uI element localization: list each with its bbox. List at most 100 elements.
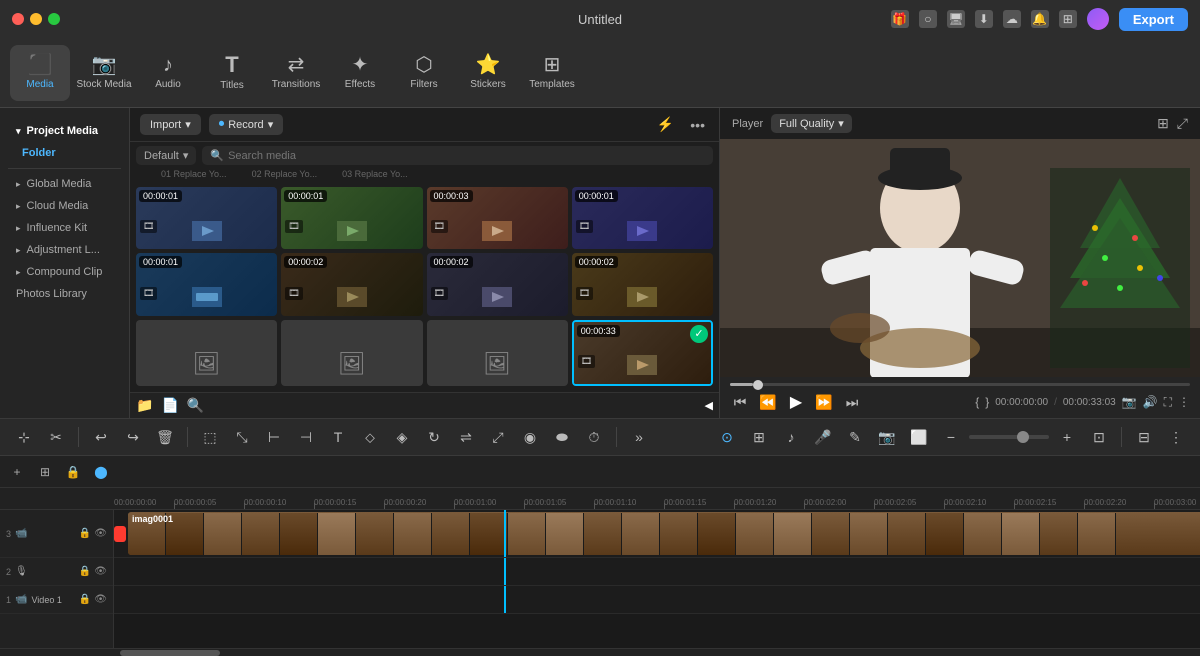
tool-stickers[interactable]: ⭐ Stickers xyxy=(458,45,518,101)
more-options-icon[interactable]: ••• xyxy=(686,117,709,133)
record-button[interactable]: ⏺ Record ▾ xyxy=(209,114,284,135)
sidebar-item-influence-kit[interactable]: ▸ Influence Kit xyxy=(8,217,121,239)
rotate-tool[interactable]: ↻ xyxy=(420,423,448,451)
in-point-icon[interactable]: { xyxy=(975,395,979,409)
track-visible-icon2[interactable]: 👁 xyxy=(94,566,107,577)
step-forward-icon[interactable]: ⏩ xyxy=(814,392,834,412)
tool-templates[interactable]: ⊞ Templates xyxy=(522,45,582,101)
media-thumb-15[interactable]: 00:00:02 🎞 15 Replace Yo... xyxy=(281,253,422,315)
media-thumb-09[interactable]: 00:00:01 🎞 09 Replace Yo... xyxy=(136,253,277,315)
more-icon[interactable]: ⋮ xyxy=(1178,395,1190,409)
add-track-icon[interactable]: + xyxy=(6,461,28,483)
fit-icon[interactable]: ⊡ xyxy=(1085,423,1113,451)
minimize-button[interactable] xyxy=(30,13,42,25)
media-thumb-11[interactable]: 00:00:03 🎞 11 Replace You... xyxy=(427,187,568,249)
grid-snap-icon[interactable]: ⊞ xyxy=(745,423,773,451)
track-visible-icon3[interactable]: 👁 xyxy=(94,594,107,605)
sidebar-folder[interactable]: Folder xyxy=(8,142,121,164)
timeline-green-icon[interactable]: ⬤ xyxy=(90,461,112,483)
sidebar-item-project-media[interactable]: ▾ Project Media xyxy=(8,120,121,142)
media-thumb-03[interactable]: 🖼 03 Replace Yo... xyxy=(427,320,568,386)
blade-tool[interactable]: ✂ xyxy=(42,423,70,451)
user-avatar[interactable] xyxy=(1087,8,1109,30)
tool-effects[interactable]: ✦ Effects xyxy=(330,45,390,101)
edit2-icon[interactable]: ✎ xyxy=(841,423,869,451)
redo-button[interactable]: ↪ xyxy=(119,423,147,451)
trim-button[interactable]: ⊣ xyxy=(292,423,320,451)
skip-back-icon[interactable]: ⏮ xyxy=(730,392,750,412)
media-thumb-16[interactable]: 00:00:01 🎞 16 Replace Yo... xyxy=(281,187,422,249)
skip-forward-icon[interactable]: ⏭ xyxy=(842,392,862,412)
media-thumb-10[interactable]: 00:00:02 🎞 10 Replace Yo... xyxy=(572,253,713,315)
sort-select[interactable]: Default ▾ xyxy=(136,146,196,165)
tool-transitions[interactable]: ⇄ Transitions xyxy=(266,45,326,101)
settings-icon[interactable]: ⋮ xyxy=(1162,423,1190,451)
lock-icon[interactable]: 🔒 xyxy=(62,461,84,483)
magnet-icon[interactable]: ⊙ xyxy=(713,423,741,451)
zoom-out-icon[interactable]: − xyxy=(937,423,965,451)
tool-titles[interactable]: T Titles xyxy=(202,45,262,101)
export-button[interactable]: Export xyxy=(1119,8,1188,31)
grid-icon[interactable]: ⊞ xyxy=(1059,10,1077,28)
import-button[interactable]: Import ▾ xyxy=(140,114,201,135)
mask-tool[interactable]: ◈ xyxy=(388,423,416,451)
fullscreen-icon[interactable]: ⛶ xyxy=(1164,395,1172,410)
text-tool[interactable]: T xyxy=(324,423,352,451)
sidebar-item-cloud-media[interactable]: ▸ Cloud Media xyxy=(8,195,121,217)
circle-icon[interactable]: ○ xyxy=(919,10,937,28)
speed-tool[interactable]: ⏱ xyxy=(580,423,608,451)
transform-button[interactable]: ⤡ xyxy=(228,423,256,451)
filter-icon[interactable]: ⚡ xyxy=(653,116,678,133)
split-button[interactable]: ⊢ xyxy=(260,423,288,451)
more-tools[interactable]: » xyxy=(625,423,653,451)
download-icon[interactable]: ⬇ xyxy=(975,10,993,28)
expand-tool[interactable]: ⤢ xyxy=(484,423,512,451)
maximize-button[interactable] xyxy=(48,13,60,25)
out-point-icon[interactable]: } xyxy=(985,395,989,409)
media-thumb-imag0001[interactable]: 00:00:33 ✓ 🎞 imag0001 xyxy=(572,320,713,386)
zoom-slider[interactable] xyxy=(969,435,1049,439)
sidebar-item-compound-clip[interactable]: ▸ Compound Clip xyxy=(8,261,121,283)
play-button[interactable]: ▶ xyxy=(786,392,806,412)
track-lock-icon3[interactable]: 🔒 xyxy=(79,594,91,605)
sidebar-item-global-media[interactable]: ▸ Global Media xyxy=(8,173,121,195)
crop-button[interactable]: ⬚ xyxy=(196,423,224,451)
close-button[interactable] xyxy=(12,13,24,25)
keyframe-tool[interactable]: ⬦ xyxy=(356,423,384,451)
add-folder-icon[interactable]: 📁 xyxy=(136,397,153,414)
cloud-icon[interactable]: ☁ xyxy=(1003,10,1021,28)
tool-stock-media[interactable]: 📷 Stock Media xyxy=(74,45,134,101)
volume-icon[interactable]: 🔊 xyxy=(1143,395,1158,409)
color-tool[interactable]: ⬬ xyxy=(548,423,576,451)
sidebar-item-photos-library[interactable]: Photos Library xyxy=(8,283,121,305)
sidebar-item-adjustment-l[interactable]: ▸ Adjustment L... xyxy=(8,239,121,261)
media-thumb-01[interactable]: 🖼 01 Replace Yo... xyxy=(136,320,277,386)
player-progress[interactable] xyxy=(730,383,1190,386)
monitor-icon[interactable]: 🖥 xyxy=(947,10,965,28)
snapshot-icon[interactable]: 📷 xyxy=(1122,395,1137,409)
video-clip-imag0001[interactable]: imag0001 xyxy=(128,512,1200,555)
media-thumb-02[interactable]: 🖼 02 Replace Yo... xyxy=(281,320,422,386)
flip-tool[interactable]: ⇌ xyxy=(452,423,480,451)
zoom-in-icon[interactable]: + xyxy=(1053,423,1081,451)
select-tool[interactable]: ⊹ xyxy=(10,423,38,451)
media-thumb-12[interactable]: 00:00:02 🎞 12 Replace Yo... xyxy=(427,253,568,315)
track-visible-icon[interactable]: 👁 xyxy=(94,528,107,539)
mic-icon[interactable]: 🎤 xyxy=(809,423,837,451)
collapse-icon[interactable]: ◀ xyxy=(705,399,713,412)
warp-tool[interactable]: ◉ xyxy=(516,423,544,451)
grid-view-icon[interactable]: ⊞ xyxy=(1157,115,1169,132)
bell-icon[interactable]: 🔔 xyxy=(1031,10,1049,28)
step-back-icon[interactable]: ⏪ xyxy=(758,392,778,412)
search-bottom-icon[interactable]: 🔍 xyxy=(187,397,204,414)
track-lock-icon[interactable]: 🔒 xyxy=(79,528,91,539)
track-settings-icon[interactable]: ⊞ xyxy=(34,461,56,483)
audio-icon[interactable]: ♪ xyxy=(777,423,805,451)
new-file-icon[interactable]: 📄 xyxy=(161,397,178,414)
media-thumb-14[interactable]: 00:00:01 🎞 14 Replace Yo... xyxy=(572,187,713,249)
expand-icon[interactable]: ⤢ xyxy=(1177,115,1188,132)
layout-icon[interactable]: ⊟ xyxy=(1130,423,1158,451)
camera-icon[interactable]: 📷 xyxy=(873,423,901,451)
tool-audio[interactable]: ♪ Audio xyxy=(138,45,198,101)
track-lock-icon2[interactable]: 🔒 xyxy=(79,566,91,577)
